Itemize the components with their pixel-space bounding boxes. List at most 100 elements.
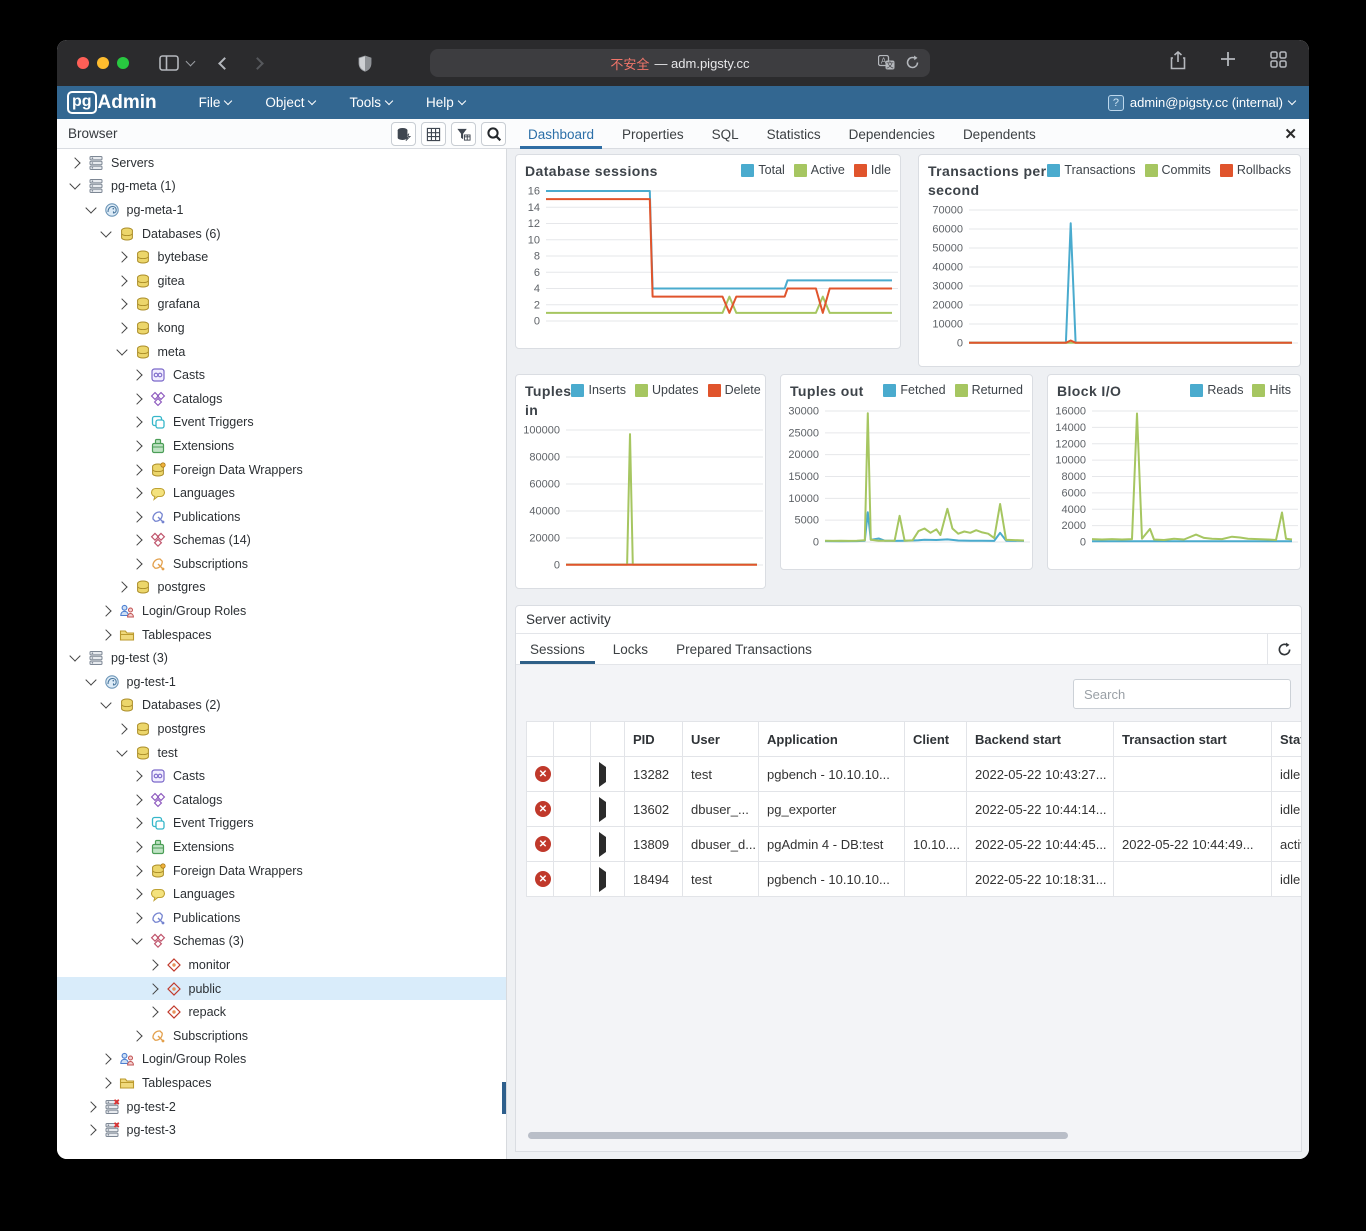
tree-item-repack[interactable]: repack	[57, 1000, 506, 1024]
reload-icon[interactable]	[905, 55, 920, 73]
tree-item-catalogs[interactable]: Catalogs	[57, 387, 506, 411]
chevron-right-icon[interactable]	[131, 1030, 142, 1041]
chevron-down-icon[interactable]	[69, 179, 80, 190]
share-icon[interactable]	[1170, 51, 1186, 75]
pgadmin-logo[interactable]: pg Admin	[67, 91, 157, 114]
chevron-right-icon[interactable]	[131, 841, 142, 852]
horizontal-scrollbar-thumb[interactable]	[528, 1132, 1068, 1139]
chevron-right-icon[interactable]	[131, 511, 142, 522]
refresh-button[interactable]	[1267, 634, 1301, 665]
chevron-right-icon[interactable]	[131, 464, 142, 475]
tree-item-casts[interactable]: Casts	[57, 764, 506, 788]
chevron-right-icon[interactable]	[131, 558, 142, 569]
activity-tab-sessions[interactable]: Sessions	[516, 634, 599, 664]
expand-row-icon[interactable]	[599, 797, 606, 822]
tree-item-tablespaces[interactable]: Tablespaces	[57, 623, 506, 647]
filter-icon[interactable]	[451, 122, 476, 146]
chevron-right-icon[interactable]	[100, 1077, 111, 1088]
tree-item-pg-test-3[interactable]: pg-test (3)	[57, 646, 506, 670]
tree-item-databases-2[interactable]: Databases (2)	[57, 694, 506, 718]
chevron-down-icon[interactable]	[131, 934, 142, 945]
chevron-down-icon[interactable]	[116, 344, 127, 355]
tree-item-foreign-data-wrappers[interactable]: Foreign Data Wrappers	[57, 859, 506, 883]
chevron-right-icon[interactable]	[116, 252, 127, 263]
chevron-right-icon[interactable]	[131, 771, 142, 782]
chevron-right-icon[interactable]	[85, 1124, 96, 1135]
tree-item-event-triggers[interactable]: Event Triggers	[57, 812, 506, 836]
chevron-right-icon[interactable]	[100, 629, 111, 640]
chevron-down-icon[interactable]	[116, 745, 127, 756]
chevron-right-icon[interactable]	[147, 959, 158, 970]
chevron-right-icon[interactable]	[131, 794, 142, 805]
expand-row-icon[interactable]	[599, 832, 606, 857]
chevron-right-icon[interactable]	[116, 723, 127, 734]
tree-item-extensions[interactable]: Extensions	[57, 434, 506, 458]
chevron-down-icon[interactable]	[100, 226, 111, 237]
tree-item-pg-test-2[interactable]: pg-test-2	[57, 1095, 506, 1119]
tree-item-event-triggers[interactable]: Event Triggers	[57, 411, 506, 435]
tree-item-publications[interactable]: Publications	[57, 505, 506, 529]
search-input[interactable]	[1073, 679, 1291, 709]
tree-item-foreign-data-wrappers[interactable]: Foreign Data Wrappers	[57, 458, 506, 482]
chevron-right-icon[interactable]	[131, 865, 142, 876]
tree-item-test[interactable]: test	[57, 741, 506, 765]
tree-item-pg-meta-1[interactable]: pg-meta (1)	[57, 175, 506, 199]
chevron-right-icon[interactable]	[100, 1054, 111, 1065]
chevron-right-icon[interactable]	[131, 889, 142, 900]
tree-item-monitor[interactable]: monitor	[57, 953, 506, 977]
tree-item-public[interactable]: public	[57, 977, 506, 1001]
chevron-right-icon[interactable]	[131, 912, 142, 923]
chevron-right-icon[interactable]	[131, 417, 142, 428]
tree-item-publications[interactable]: Publications	[57, 906, 506, 930]
chevron-right-icon[interactable]	[131, 440, 142, 451]
chevron-right-icon[interactable]	[131, 818, 142, 829]
chevron-right-icon[interactable]	[131, 393, 142, 404]
tree-item-pg-test-3[interactable]: pg-test-3	[57, 1118, 506, 1142]
chevron-right-icon[interactable]	[116, 275, 127, 286]
close-panel-icon[interactable]: ✕	[1284, 125, 1297, 143]
tab-dependents[interactable]: Dependents	[949, 119, 1050, 149]
tree-scrollbar-thumb[interactable]	[502, 1082, 506, 1114]
tab-overview-icon[interactable]	[1270, 51, 1287, 75]
menu-file[interactable]: File	[199, 95, 232, 110]
chevron-right-icon[interactable]	[147, 983, 158, 994]
chevron-right-icon[interactable]	[131, 369, 142, 380]
chevron-right-icon[interactable]	[131, 535, 142, 546]
menu-help[interactable]: Help	[426, 95, 465, 110]
tree-item-pg-meta-1[interactable]: pg-meta-1	[57, 198, 506, 222]
chevron-right-icon[interactable]	[147, 1007, 158, 1018]
chevron-right-icon[interactable]	[116, 299, 127, 310]
zoom-window-button[interactable]	[117, 57, 129, 69]
activity-tab-prepared-transactions[interactable]: Prepared Transactions	[662, 634, 826, 664]
tree-item-subscriptions[interactable]: Subscriptions	[57, 1024, 506, 1048]
tree-item-grafana[interactable]: grafana	[57, 293, 506, 317]
tree-item-postgres[interactable]: postgres	[57, 576, 506, 600]
tree-item-schemas-14[interactable]: Schemas (14)	[57, 529, 506, 553]
tree-item-kong[interactable]: kong	[57, 316, 506, 340]
privacy-shield-icon[interactable]	[358, 55, 372, 72]
tree-item-languages[interactable]: Languages	[57, 481, 506, 505]
activity-tab-locks[interactable]: Locks	[599, 634, 662, 664]
cancel-session-icon[interactable]: ✕	[535, 836, 551, 852]
cancel-session-icon[interactable]: ✕	[535, 766, 551, 782]
sql-database-icon[interactable]	[391, 122, 416, 146]
chevron-right-icon[interactable]	[131, 487, 142, 498]
menu-tools[interactable]: Tools	[349, 95, 392, 110]
tree-item-schemas-3[interactable]: Schemas (3)	[57, 930, 506, 954]
tab-dependencies[interactable]: Dependencies	[835, 119, 949, 149]
tree-item-databases-6[interactable]: Databases (6)	[57, 222, 506, 246]
tab-dashboard[interactable]: Dashboard	[514, 119, 608, 149]
search-icon[interactable]	[481, 122, 506, 146]
tree-item-extensions[interactable]: Extensions	[57, 835, 506, 859]
tab-sql[interactable]: SQL	[698, 119, 753, 149]
tree-item-subscriptions[interactable]: Subscriptions	[57, 552, 506, 576]
back-icon[interactable]	[218, 57, 231, 70]
new-tab-icon[interactable]	[1220, 51, 1236, 75]
expand-row-icon[interactable]	[599, 867, 606, 892]
tab-statistics[interactable]: Statistics	[753, 119, 835, 149]
menu-object[interactable]: Object	[265, 95, 315, 110]
tree-item-postgres[interactable]: postgres	[57, 717, 506, 741]
chevron-down-icon[interactable]	[69, 651, 80, 662]
tree-item-tablespaces[interactable]: Tablespaces	[57, 1071, 506, 1095]
tree-item-servers[interactable]: Servers	[57, 151, 506, 175]
